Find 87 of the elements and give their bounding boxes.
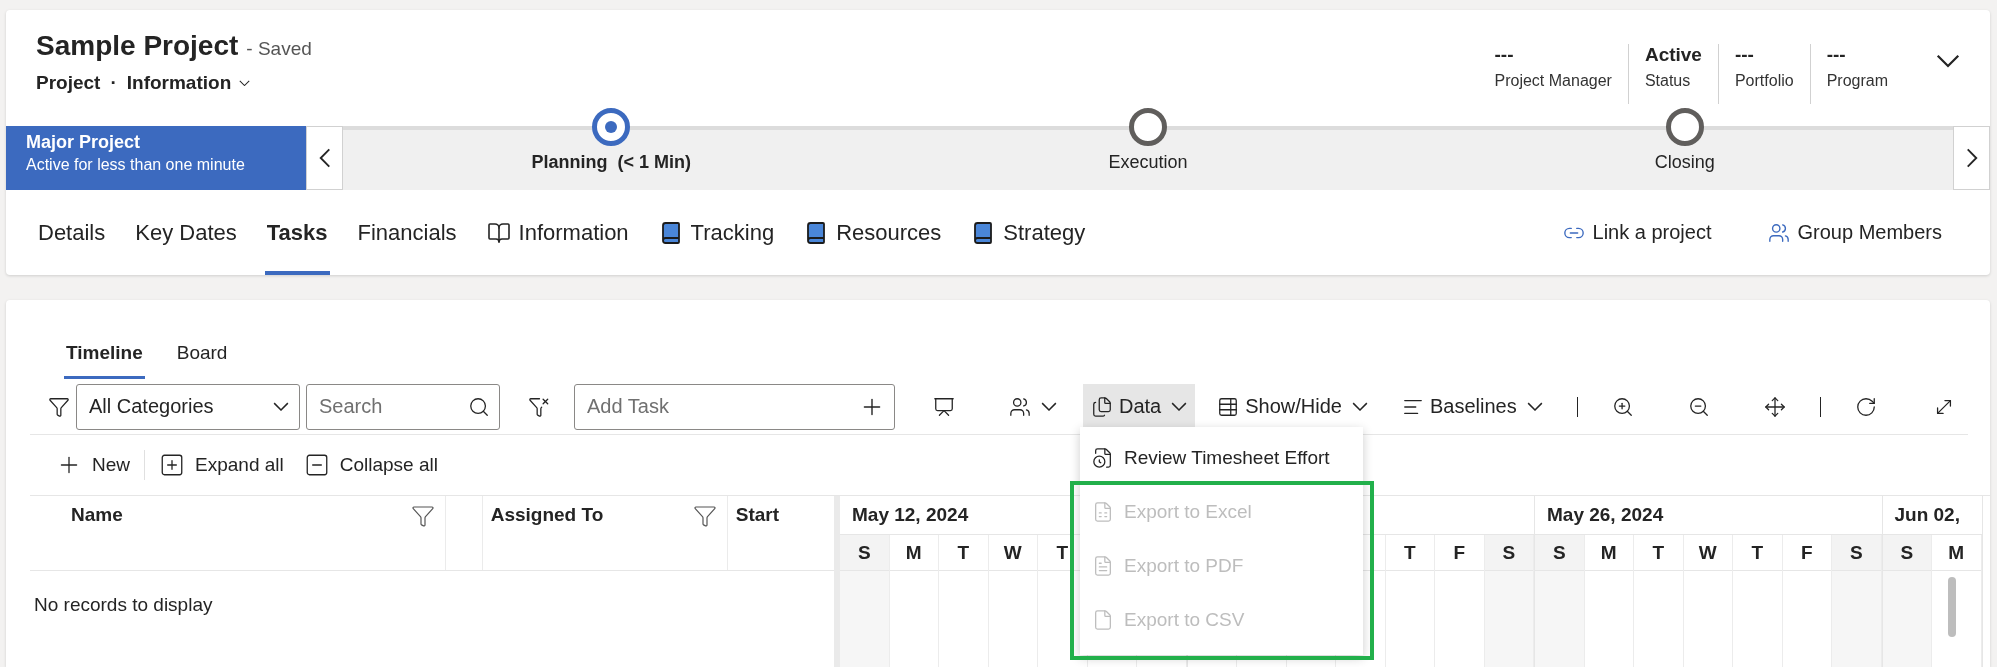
chevron-down-icon <box>273 401 289 412</box>
zoom-in-icon <box>1611 395 1634 418</box>
clear-filter-icon[interactable] <box>528 395 550 418</box>
timesheet-icon <box>1092 447 1114 469</box>
field-label: Portfolio <box>1734 72 1794 90</box>
expand-icon <box>159 452 185 478</box>
column-header[interactable]: Assigned To <box>490 504 604 526</box>
stage-marker[interactable] <box>1129 108 1167 146</box>
tab[interactable]: Information <box>484 190 631 275</box>
stage-marker[interactable] <box>1665 108 1704 146</box>
day-label: T <box>1652 541 1665 564</box>
search-icon[interactable] <box>468 395 490 418</box>
view-tab[interactable]: Board <box>174 330 230 379</box>
collapse-button[interactable]: Collapse all <box>293 452 448 478</box>
day-label: M <box>1600 541 1617 564</box>
field-label: Status <box>1644 72 1692 90</box>
day-label: W <box>1698 541 1717 564</box>
refresh-icon <box>1854 395 1877 418</box>
day-label: M <box>905 541 922 564</box>
view-tab[interactable]: Timeline <box>64 330 145 379</box>
form-selector[interactable]: Information <box>126 72 251 94</box>
day-label: F <box>1800 541 1813 564</box>
tab[interactable]: Strategy <box>969 190 1088 275</box>
field-value: Active <box>1644 44 1702 66</box>
field-value: --- <box>1734 44 1755 66</box>
tab[interactable]: Tasks <box>264 190 330 275</box>
add-task-field[interactable]: Add Task <box>574 383 895 430</box>
zoom-out-icon <box>1687 395 1710 418</box>
documents-icon <box>1091 395 1113 418</box>
show-hide-button[interactable]: Show/Hide <box>1209 383 1376 430</box>
tab[interactable]: Details <box>36 190 108 275</box>
day-label: T <box>1751 541 1764 564</box>
stage-label: Execution <box>1108 152 1188 173</box>
previous-stage-button[interactable] <box>306 126 343 190</box>
field-label: Program <box>1826 72 1888 90</box>
empty-message: No records to display <box>33 593 214 616</box>
next-stage-button[interactable] <box>1953 126 1990 190</box>
arrows-icon <box>1763 395 1786 418</box>
chevron-down-icon <box>239 79 251 87</box>
document-icon <box>1092 555 1114 577</box>
tab[interactable]: Financials <box>355 190 459 275</box>
field-value: --- <box>1826 44 1847 66</box>
board-icon <box>933 395 955 418</box>
save-status: - Saved <box>246 38 312 59</box>
baselines-button[interactable]: Baselines <box>1393 383 1551 430</box>
day-label: W <box>1003 541 1022 564</box>
filter-icon[interactable] <box>48 395 70 418</box>
day-label: T <box>1056 541 1069 564</box>
category-dropdown[interactable]: All Categories <box>76 383 300 430</box>
spreadsheet-icon <box>1092 501 1114 523</box>
column-header[interactable]: Start <box>735 504 780 526</box>
process-duration: Active for less than one minute <box>26 156 246 174</box>
expand-button[interactable]: Expand all <box>149 452 294 478</box>
new-button[interactable]: New <box>46 452 140 478</box>
day-label: S <box>1900 541 1914 564</box>
tab[interactable]: Tracking <box>656 190 777 275</box>
stage-label: Planning (< 1 Min) <box>531 152 692 173</box>
day-label: M <box>1948 541 1965 564</box>
day-label: F <box>1453 541 1466 564</box>
entity-name: Project <box>36 72 101 94</box>
tab[interactable]: Key Dates <box>133 190 239 275</box>
field-label: Project Manager <box>1494 72 1612 90</box>
separator-dot: · <box>110 72 117 94</box>
table-settings-icon <box>1217 395 1240 418</box>
column-header[interactable]: Name <box>71 504 123 526</box>
day-label: S <box>1849 541 1863 564</box>
scrollbar[interactable] <box>1948 577 1956 637</box>
tab[interactable]: Resources <box>802 190 944 275</box>
data-button[interactable]: Data <box>1083 383 1196 430</box>
day-label: S <box>1502 541 1516 564</box>
day-label: T <box>957 541 970 564</box>
stage-marker[interactable] <box>592 108 631 146</box>
day-label: T <box>1403 541 1416 564</box>
record-title: Sample Project - Saved <box>36 30 312 62</box>
day-label: S <box>1552 541 1566 564</box>
field-value: --- <box>1494 44 1515 66</box>
stage-label: Closing <box>1654 152 1715 173</box>
group-members-button[interactable]: Group Members <box>1767 221 1942 244</box>
book-icon <box>486 220 511 245</box>
day-label: S <box>857 541 871 564</box>
search-field[interactable]: Search <box>306 383 500 430</box>
expand-header-icon <box>1936 54 1960 68</box>
file-icon <box>1092 609 1114 631</box>
people-icon <box>1009 395 1031 418</box>
process-name: Major Project <box>26 132 142 153</box>
people-icon <box>1767 221 1790 244</box>
link-project-button[interactable]: Link a project <box>1562 221 1712 244</box>
